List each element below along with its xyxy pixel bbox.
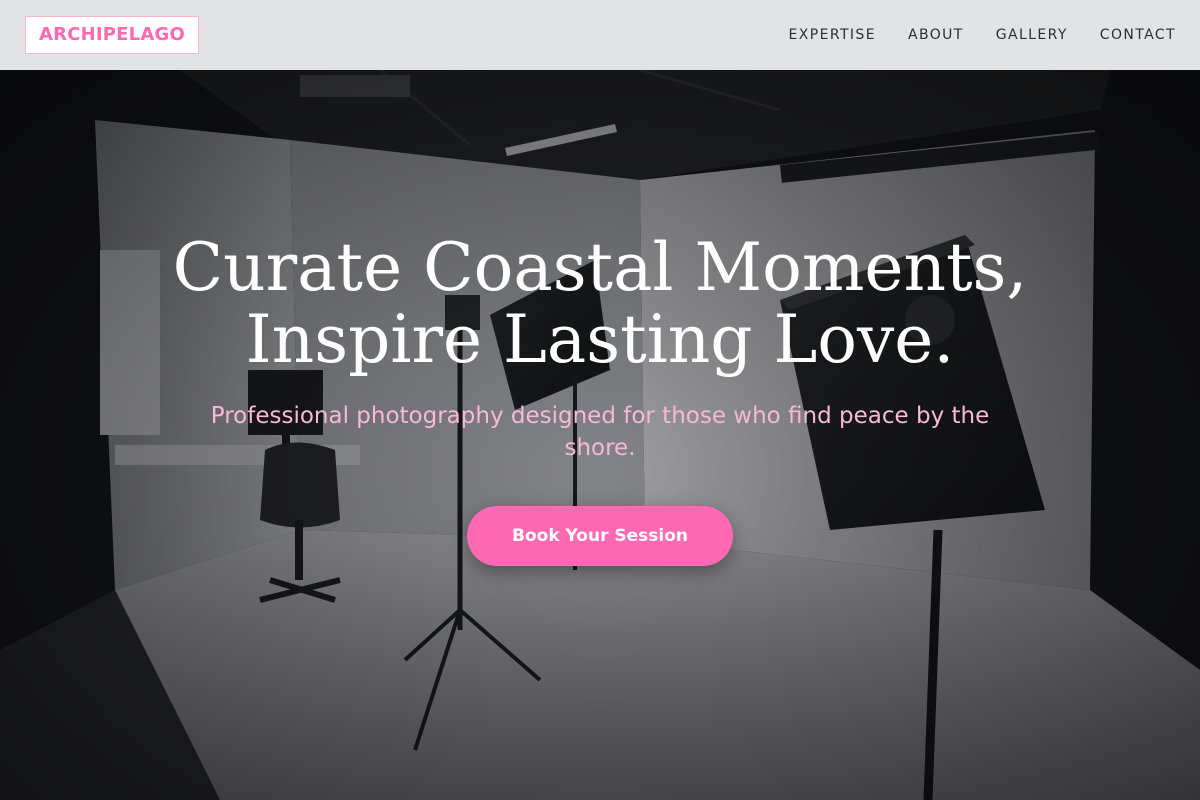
hero-headline: Curate Coastal Moments, Inspire Lasting …: [100, 232, 1100, 376]
nav-link-about[interactable]: ABOUT: [908, 27, 964, 43]
book-session-button[interactable]: Book Your Session: [467, 506, 733, 566]
main-nav: EXPERTISE ABOUT GALLERY CONTACT: [757, 0, 1176, 70]
hero-subheadline: Professional photography designed for th…: [210, 403, 990, 461]
site-header: ARCHIPELAGO EXPERTISE ABOUT GALLERY CONT…: [0, 0, 1200, 70]
nav-link-gallery[interactable]: GALLERY: [996, 27, 1068, 43]
nav-link-expertise[interactable]: EXPERTISE: [789, 27, 876, 43]
hero-headline-line-2: Inspire Lasting Love.: [245, 301, 955, 378]
nav-link-contact[interactable]: CONTACT: [1100, 27, 1176, 43]
logo[interactable]: ARCHIPELAGO: [25, 16, 199, 54]
hero-headline-line-1: Curate Coastal Moments,: [172, 229, 1028, 306]
hero-section: Curate Coastal Moments, Inspire Lasting …: [0, 70, 1200, 800]
